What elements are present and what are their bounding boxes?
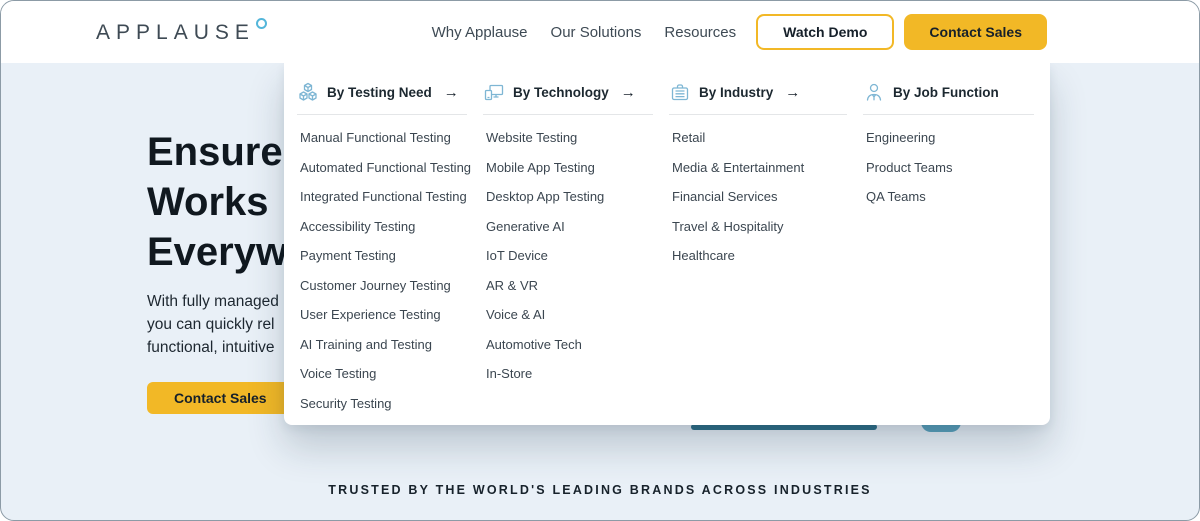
menu-item[interactable]: Engineering [866,123,1034,153]
hero-contact-sales-button[interactable]: Contact Sales [147,382,294,414]
menu-item[interactable]: Healthcare [672,241,847,271]
applause-logo[interactable]: APPLAUSE [96,22,267,43]
logo-text: APPLAUSE [96,22,255,43]
menu-item[interactable]: Generative AI [486,212,653,242]
watch-demo-button[interactable]: Watch Demo [756,14,894,50]
arrow-right-icon: → [785,85,800,100]
top-navbar: APPLAUSE Why Applause Our Solutions Reso… [1,1,1199,63]
browser-viewport: APPLAUSE Why Applause Our Solutions Reso… [0,0,1200,521]
menu-item[interactable]: Mobile App Testing [486,153,653,183]
menu-item[interactable]: Product Teams [866,153,1034,183]
devices-icon [483,81,505,103]
menu-item[interactable]: Voice & AI [486,300,653,330]
menu-column-title: By Industry [699,85,773,100]
menu-item[interactable]: IoT Device [486,241,653,271]
hero-paragraph-line: you can quickly rel [147,313,279,336]
hero-headline: Ensure Works Everyw [147,127,287,277]
hero-headline-line: Ensure [147,127,287,177]
arrow-right-icon: → [621,85,636,100]
menu-item[interactable]: Travel & Hospitality [672,212,847,242]
menu-item[interactable]: Accessibility Testing [300,212,467,242]
menu-item[interactable]: Financial Services [672,182,847,212]
logo-dot-icon [256,18,267,29]
menu-item[interactable]: QA Teams [866,182,1034,212]
menu-column-by-job-function: By Job Function EngineeringProduct Teams… [863,81,1050,425]
menu-item[interactable]: Payment Testing [300,241,467,271]
menu-item[interactable]: Website Testing [486,123,653,153]
menu-item[interactable]: Voice Testing [300,359,467,389]
nav-link-why-applause[interactable]: Why Applause [428,18,532,47]
contact-sales-button[interactable]: Contact Sales [904,14,1047,50]
cubes-icon [297,81,319,103]
menu-item[interactable]: Integrated Functional Testing [300,182,467,212]
menu-item[interactable]: AR & VR [486,271,653,301]
menu-column-header[interactable]: By Industry → [669,81,847,115]
trusted-brands-heading: TRUSTED BY THE WORLD'S LEADING BRANDS AC… [1,483,1199,497]
menu-item[interactable]: Media & Entertainment [672,153,847,183]
menu-item[interactable]: Security Testing [300,389,467,419]
hero-paragraph: With fully managed you can quickly rel f… [147,290,279,359]
menu-column-title: By Testing Need [327,85,432,100]
menu-column-title: By Job Function [893,85,999,100]
menu-item[interactable]: Automotive Tech [486,330,653,360]
briefcase-icon [669,81,691,103]
arrow-right-icon: → [444,85,459,100]
menu-item-list: RetailMedia & EntertainmentFinancial Ser… [669,123,847,271]
menu-item[interactable]: Customer Journey Testing [300,271,467,301]
menu-item[interactable]: Manual Functional Testing [300,123,467,153]
menu-item-list: Website TestingMobile App TestingDesktop… [483,123,653,389]
nav-link-our-solutions[interactable]: Our Solutions [547,18,646,47]
nav-links: Why Applause Our Solutions Resources [428,18,740,47]
hero-paragraph-line: functional, intuitive [147,336,279,359]
menu-column-header[interactable]: By Job Function [863,81,1034,115]
menu-item-list: Manual Functional TestingAutomated Funct… [297,123,467,418]
hero-paragraph-line: With fully managed [147,290,279,313]
hero-headline-line: Works [147,177,287,227]
menu-column-header[interactable]: By Testing Need → [297,81,467,115]
menu-column-title: By Technology [513,85,609,100]
menu-item[interactable]: AI Training and Testing [300,330,467,360]
solutions-mega-menu: By Testing Need → Manual Functional Test… [284,63,1050,425]
menu-column-by-industry: By Industry → RetailMedia & Entertainmen… [669,81,863,425]
menu-item[interactable]: User Experience Testing [300,300,467,330]
person-icon [863,81,885,103]
menu-column-by-testing-need: By Testing Need → Manual Functional Test… [297,81,483,425]
menu-column-header[interactable]: By Technology → [483,81,653,115]
menu-item[interactable]: Retail [672,123,847,153]
menu-item-list: EngineeringProduct TeamsQA Teams [863,123,1034,212]
hero-headline-line: Everyw [147,227,287,277]
menu-item[interactable]: Automated Functional Testing [300,153,467,183]
nav-link-resources[interactable]: Resources [660,18,740,47]
menu-item[interactable]: Desktop App Testing [486,182,653,212]
menu-column-by-technology: By Technology → Website TestingMobile Ap… [483,81,669,425]
menu-item[interactable]: In-Store [486,359,653,389]
